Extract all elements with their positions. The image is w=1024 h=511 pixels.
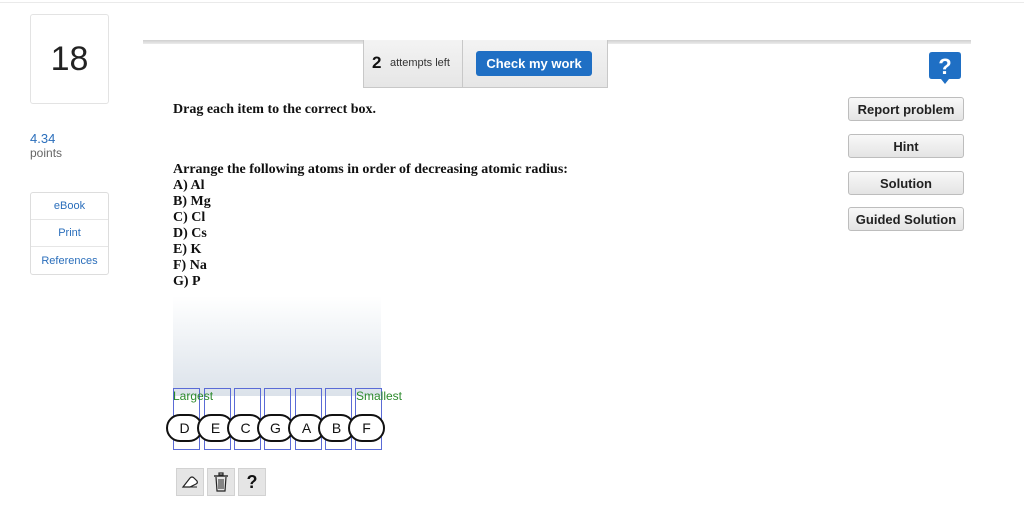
question-number: 18 [30,14,109,104]
eraser-button[interactable] [176,468,204,496]
tool-bar: ? [176,468,269,496]
points-value: 4.34 [30,131,56,146]
option-e: E) K [173,242,202,257]
option-d: D) Cs [173,226,207,241]
help-button[interactable]: ? [238,468,266,496]
prompt-question: Arrange the following atoms in order of … [173,162,568,177]
option-a: A) Al [173,178,205,193]
hint-button[interactable]: Hint [848,134,964,158]
top-border [0,0,1024,3]
points-label: points [30,146,63,160]
references-link[interactable]: References [31,247,108,274]
smallest-label: Smallest [356,389,403,403]
option-c: C) Cl [173,210,206,225]
drag-source-area [173,296,381,396]
option-f: F) Na [173,258,207,273]
question-mark-icon[interactable]: ? [927,49,963,85]
divider [462,40,463,88]
question-prompt: Arrange the following atoms in order of … [173,162,568,290]
drag-token-f[interactable]: F [348,414,385,442]
trash-button[interactable] [207,468,235,496]
svg-text:?: ? [938,54,951,79]
resource-links: eBook Print References [30,192,109,275]
attempts-label: attempts left [390,57,450,69]
largest-label: Largest [173,389,214,403]
print-link[interactable]: Print [31,220,108,247]
report-problem-button[interactable]: Report problem [848,97,964,121]
instruction-text: Drag each item to the correct box. [173,102,377,117]
option-g: G) P [173,274,201,289]
solution-button[interactable]: Solution [848,171,964,195]
ebook-link[interactable]: eBook [31,193,108,220]
guided-solution-button[interactable]: Guided Solution [848,207,964,231]
trash-icon [214,472,228,492]
attempts-panel: 2 attempts left Check my work [363,40,608,88]
question-icon: ? [246,471,258,492]
eraser-icon [181,476,198,488]
attempts-count: 2 [372,53,382,72]
option-b: B) Mg [173,194,211,209]
check-my-work-button[interactable]: Check my work [476,51,592,76]
